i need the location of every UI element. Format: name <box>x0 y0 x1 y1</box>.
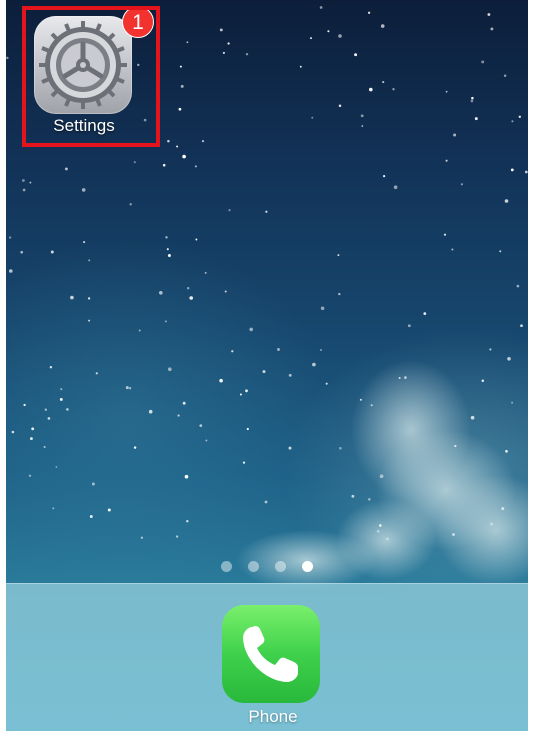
dock: Phone <box>6 583 528 731</box>
phone-label: Phone <box>248 707 298 726</box>
page-dot[interactable] <box>221 561 232 573</box>
phone-handset-icon[interactable] <box>222 605 320 703</box>
page-dot[interactable] <box>275 561 286 573</box>
page-indicator[interactable] <box>221 558 329 573</box>
settings-app[interactable]: 1 Settings <box>26 6 154 142</box>
phone-app[interactable]: Phone <box>222 605 324 730</box>
page-dot-current[interactable] <box>302 561 313 573</box>
page-dot[interactable] <box>248 561 259 573</box>
home-screen: 1 Settings Phone <box>6 0 528 731</box>
notification-badge: 1 <box>122 6 154 38</box>
settings-label: Settings <box>53 116 115 135</box>
gear-icon[interactable] <box>34 16 132 114</box>
